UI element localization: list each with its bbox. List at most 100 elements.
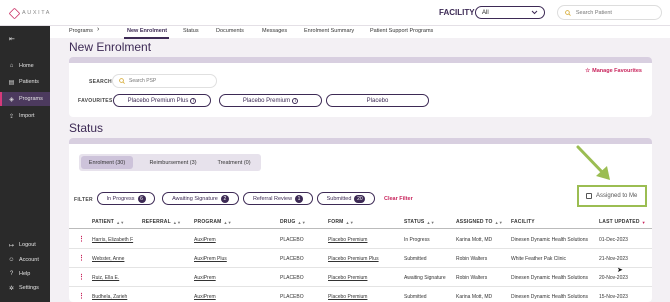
program-nav: Programs › New Enrolment Status Document…: [50, 26, 670, 39]
row-menu-icon[interactable]: ⋮: [78, 273, 85, 281]
sidebar-item-help[interactable]: ? Help: [0, 267, 50, 281]
sort-icon: ▲▼: [116, 219, 125, 225]
home-icon: ⌂: [9, 63, 14, 69]
sidebar-item-label: Import: [19, 113, 35, 119]
account-icon: ☺: [8, 257, 15, 263]
sidebar-item-home[interactable]: ⌂ Home: [0, 59, 50, 73]
programs-icon: ◈: [9, 96, 14, 103]
filter-label: In Progress: [106, 195, 135, 202]
column-header-status[interactable]: STATUS ▲▼: [404, 219, 435, 225]
sidebar: ⇤ ⌂ Home ▤ Patients ◈ Programs ⇪ Import …: [0, 26, 50, 302]
tab-enrolment-summary[interactable]: Enrolment Summary: [304, 28, 354, 34]
column-header-last-updated[interactable]: LAST UPDATED ▼: [599, 219, 646, 225]
tab-new-enrolment[interactable]: New Enrolment: [127, 28, 167, 34]
status-title: Status: [69, 121, 104, 135]
column-header-drug[interactable]: DRUG ▲▼: [280, 219, 306, 225]
cell-form[interactable]: Placebo Premium: [328, 294, 367, 300]
cell-patient[interactable]: Harris, Elizabeth F: [92, 237, 133, 243]
cell-facility: White Feather Pak Clinic: [511, 256, 567, 262]
cell-status: Submitted: [404, 256, 427, 262]
favourites-label: FAVOURITES: [78, 98, 113, 104]
psp-search[interactable]: [112, 74, 217, 88]
cell-facility: Dinesen Dynamic Health Solutions: [511, 237, 588, 243]
favourite-placebo[interactable]: Placebo: [326, 94, 429, 107]
sidebar-item-programs[interactable]: ◈ Programs: [0, 92, 50, 106]
filter-awaiting-signature[interactable]: Awaiting Signature 2: [162, 192, 239, 205]
column-header-assigned-to[interactable]: ASSIGNED TO ▲▼: [456, 219, 503, 225]
cell-program[interactable]: AuxiPrem: [194, 294, 216, 300]
facility-select[interactable]: All: [475, 6, 545, 19]
top-bar: AUXITA FACILITY All: [0, 0, 670, 26]
cell-facility: Dinesen Dynamic Health Solutions: [511, 275, 588, 281]
filter-label: Submitted: [326, 195, 352, 202]
cell-program[interactable]: AuxiPrem: [194, 275, 216, 281]
psp-search-input[interactable]: [129, 78, 209, 84]
favourite-label: Placebo Premium Plus: [127, 97, 189, 104]
search-icon: [119, 78, 125, 84]
filter-in-progress[interactable]: In Progress 6: [97, 192, 155, 205]
patient-search-input[interactable]: [575, 9, 654, 16]
sidebar-item-import[interactable]: ⇪ Import: [0, 109, 50, 123]
cell-drug: PLACEBO: [280, 237, 304, 243]
manage-favourites-link[interactable]: ☆ Manage Favourites: [585, 68, 642, 74]
collapse-sidebar-icon[interactable]: ⇤: [9, 35, 15, 43]
sidebar-item-patients[interactable]: ▤ Patients: [0, 75, 50, 89]
sidebar-item-label: Logout: [19, 242, 36, 248]
filter-submitted[interactable]: Submitted 20: [317, 192, 375, 205]
favourite-placebo-premium-plus[interactable]: Placebo Premium Plus i: [113, 94, 211, 107]
cell-form[interactable]: Placebo Premium Plus: [328, 256, 379, 262]
tab-documents[interactable]: Documents: [216, 28, 244, 34]
column-header-patient[interactable]: PATIENT ▲▼: [92, 219, 124, 225]
row-menu-icon[interactable]: ⋮: [78, 235, 85, 243]
tab-enrolment[interactable]: Enrolment (30): [81, 156, 133, 169]
column-header-referral[interactable]: REFERRAL ▲▼: [142, 219, 181, 225]
cell-assigned-to: Karina Mott, MD: [456, 237, 493, 243]
row-menu-icon[interactable]: ⋮: [78, 254, 85, 262]
filter-label: FILTER: [74, 197, 93, 203]
tab-status[interactable]: Status: [183, 28, 199, 34]
assigned-to-me-checkbox[interactable]: [586, 193, 592, 199]
sort-icon: ▲▼: [297, 219, 306, 225]
column-label: REFERRAL: [142, 219, 171, 225]
cell-last-updated: 20-Nov-2023: [599, 275, 628, 281]
column-header-facility: FACILITY: [511, 219, 535, 225]
tab-reimbursement[interactable]: Reimbursement (3): [143, 156, 203, 169]
sidebar-item-account[interactable]: ☺ Account: [0, 253, 50, 267]
column-header-program[interactable]: PROGRAM ▲▼: [194, 219, 232, 225]
info-icon[interactable]: i: [190, 97, 197, 104]
filter-count: 1: [295, 194, 304, 203]
info-icon[interactable]: i: [292, 97, 299, 104]
cell-form[interactable]: Placebo Premium: [328, 237, 367, 243]
logout-icon: ↦: [8, 242, 15, 249]
cell-patient[interactable]: Budhela, Zarieh: [92, 294, 127, 300]
import-icon: ⇪: [8, 113, 15, 120]
sidebar-item-logout[interactable]: ↦ Logout: [0, 238, 50, 252]
patient-search[interactable]: [557, 5, 662, 20]
filter-label: Awaiting Signature: [172, 195, 218, 202]
column-label: ASSIGNED TO: [456, 219, 493, 225]
cell-patient[interactable]: Webster, Anne: [92, 256, 124, 262]
column-label: LAST UPDATED: [599, 219, 640, 225]
assigned-to-me-toggle[interactable]: Assigned to Me: [577, 185, 647, 207]
row-divider: [69, 267, 652, 268]
cell-form[interactable]: Placebo Premium: [328, 275, 367, 281]
row-divider: [69, 286, 652, 287]
favourite-placebo-premium[interactable]: Placebo Premium i: [219, 94, 322, 107]
sidebar-item-settings[interactable]: ✲ Settings: [0, 281, 50, 295]
filter-referral-review[interactable]: Referral Review 1: [243, 192, 313, 205]
clear-filter-link[interactable]: Clear Filter: [384, 196, 413, 202]
cell-program[interactable]: AuxiPrem Plus: [194, 256, 227, 262]
tab-patient-support-programs[interactable]: Patient Support Programs: [370, 28, 433, 34]
sort-icon: ▲▼: [223, 219, 232, 225]
column-label: FACILITY: [511, 219, 535, 225]
row-menu-icon[interactable]: ⋮: [78, 292, 85, 300]
logo-mark-icon: [9, 8, 18, 17]
tab-messages[interactable]: Messages: [262, 28, 287, 34]
cell-drug: PLACEBO: [280, 294, 304, 300]
column-header-form[interactable]: FORM ▲▼: [328, 219, 354, 225]
tab-programs[interactable]: Programs: [69, 28, 93, 34]
tab-treatment[interactable]: Treatment (0): [209, 156, 259, 169]
cell-facility: Dinesen Dynamic Health Solutions: [511, 294, 588, 300]
cell-patient[interactable]: Ruiz, Ella E.: [92, 275, 119, 281]
cell-program[interactable]: AuxiPrem: [194, 237, 216, 243]
